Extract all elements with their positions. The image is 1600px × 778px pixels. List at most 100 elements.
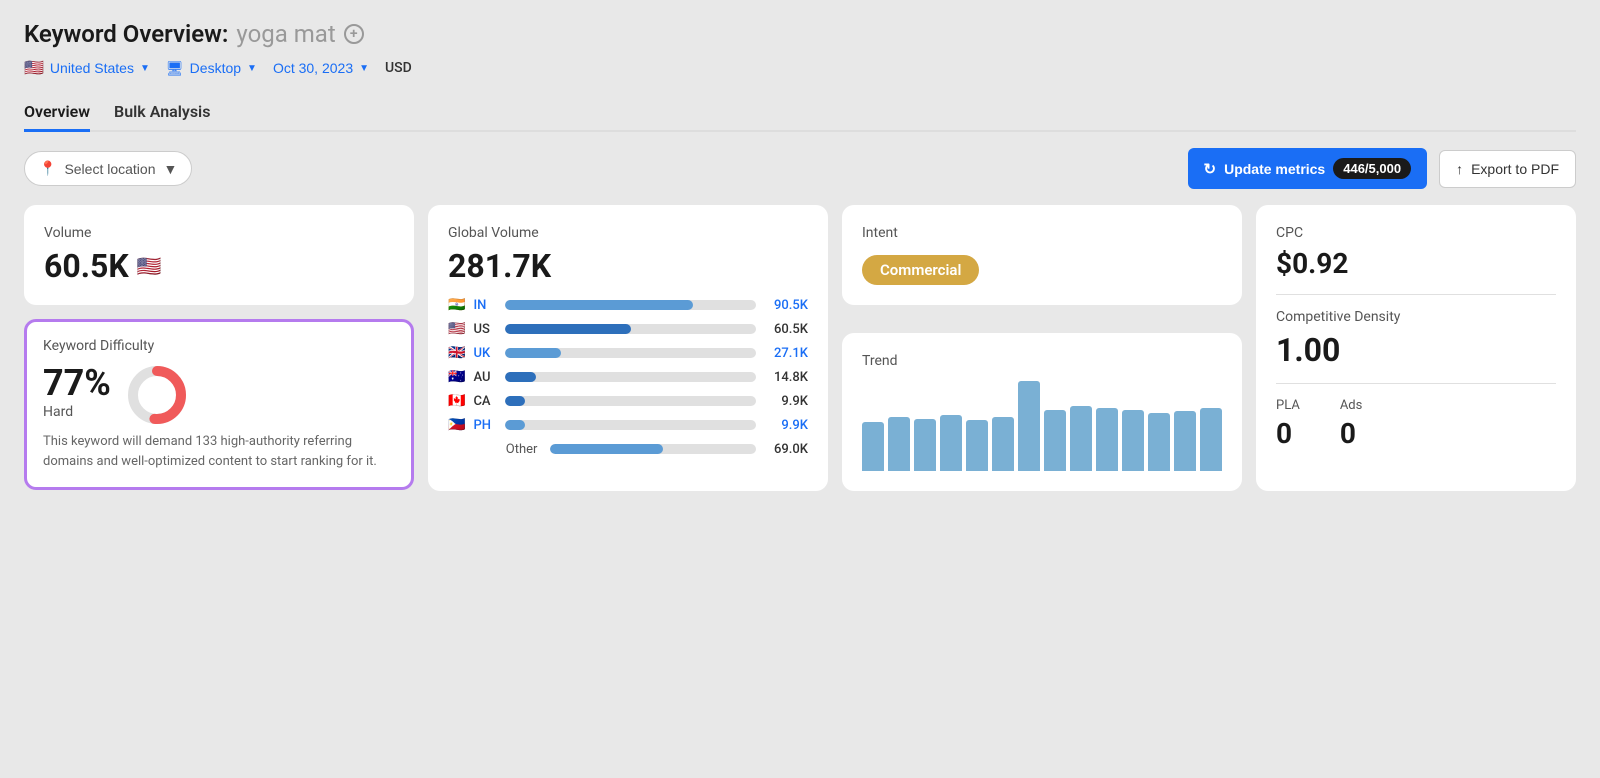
device-icon: 🖥 bbox=[166, 60, 184, 77]
date-filter[interactable]: Oct 30, 2023 ▼ bbox=[273, 60, 369, 76]
val-uk: 27.1K bbox=[764, 346, 808, 361]
filter-bar: 🇺🇸 United States ▼ 🖥 Desktop ▼ Oct 30, 2… bbox=[24, 58, 1576, 78]
bar-row-in: 🇮🇳 IN 90.5K bbox=[448, 297, 808, 313]
country-flag: 🇺🇸 bbox=[24, 58, 44, 78]
trend-bar-1 bbox=[862, 422, 884, 472]
density-label: Competitive Density bbox=[1276, 309, 1556, 325]
bar-track-uk bbox=[505, 348, 756, 358]
trend-chart bbox=[862, 381, 1222, 471]
cpc-value: $0.92 bbox=[1276, 247, 1556, 280]
trend-card: Trend bbox=[842, 333, 1242, 491]
kd-donut-chart bbox=[125, 363, 189, 427]
keyword-text: yoga mat bbox=[236, 20, 335, 48]
update-metrics-button[interactable]: ↻ Update metrics 446/5,000 bbox=[1188, 148, 1428, 189]
country-label: United States bbox=[50, 60, 134, 76]
kd-row: 77% Hard bbox=[43, 362, 395, 428]
val-ph: 9.9K bbox=[764, 418, 808, 433]
trend-bar-9 bbox=[1070, 406, 1092, 471]
tabs-bar: Overview Bulk Analysis bbox=[24, 94, 1576, 132]
bar-row-other: 🏳 Other 69.0K bbox=[448, 441, 808, 457]
bar-fill-ph bbox=[505, 420, 525, 430]
export-button[interactable]: ↑ Export to PDF bbox=[1439, 150, 1576, 188]
bar-row-ph: 🇵🇭 PH 9.9K bbox=[448, 417, 808, 433]
flag-ph: 🇵🇭 bbox=[448, 417, 465, 433]
trend-bar-6 bbox=[992, 417, 1014, 471]
global-volume-card: Global Volume 281.7K 🇮🇳 IN 90.5K 🇺🇸 US 6… bbox=[428, 205, 828, 491]
pla-col: PLA 0 bbox=[1276, 398, 1300, 450]
bar-row-ca: 🇨🇦 CA 9.9K bbox=[448, 393, 808, 409]
bar-fill-in bbox=[505, 300, 693, 310]
trend-label: Trend bbox=[862, 353, 1222, 369]
kd-label: Keyword Difficulty bbox=[43, 338, 395, 354]
country-filter[interactable]: 🇺🇸 United States ▼ bbox=[24, 58, 150, 78]
select-location-button[interactable]: 📍 Select location ▼ bbox=[24, 151, 192, 186]
global-volume-bars: 🇮🇳 IN 90.5K 🇺🇸 US 60.5K 🇬🇧 UK bbox=[448, 297, 808, 457]
device-filter[interactable]: 🖥 Desktop ▼ bbox=[166, 60, 257, 77]
device-label: Desktop bbox=[190, 60, 241, 76]
trend-bar-8 bbox=[1044, 410, 1066, 471]
ads-value: 0 bbox=[1340, 417, 1363, 450]
add-keyword-icon[interactable]: + bbox=[344, 24, 364, 44]
flag-au: 🇦🇺 bbox=[448, 369, 465, 385]
global-volume-value: 281.7K bbox=[448, 247, 808, 285]
trend-bar-11 bbox=[1122, 410, 1144, 471]
bar-track-ph bbox=[505, 420, 756, 430]
trend-bar-7 bbox=[1018, 381, 1040, 471]
bar-row-uk: 🇬🇧 UK 27.1K bbox=[448, 345, 808, 361]
bar-fill-ca bbox=[505, 396, 525, 406]
cpc-label: CPC bbox=[1276, 225, 1556, 241]
val-ca: 9.9K bbox=[764, 394, 808, 409]
pla-ads-row: PLA 0 Ads 0 bbox=[1276, 398, 1556, 450]
trend-bar-2 bbox=[888, 417, 910, 471]
val-other: 69.0K bbox=[764, 442, 808, 457]
toolbar: 📍 Select location ▼ ↻ Update metrics 446… bbox=[24, 148, 1576, 189]
device-chevron-icon: ▼ bbox=[247, 63, 257, 74]
tab-bulk-analysis[interactable]: Bulk Analysis bbox=[114, 94, 210, 132]
code-ph: PH bbox=[473, 418, 497, 433]
bar-track-au bbox=[505, 372, 756, 382]
code-in: IN bbox=[473, 298, 497, 313]
col-intent-trend: Intent Commercial Trend bbox=[842, 205, 1242, 491]
bar-row-au: 🇦🇺 AU 14.8K bbox=[448, 369, 808, 385]
cards-grid: Volume 60.5K 🇺🇸 Keyword Difficulty 77% H… bbox=[24, 205, 1576, 491]
code-uk: UK bbox=[473, 346, 497, 361]
flag-uk: 🇬🇧 bbox=[448, 345, 465, 361]
bar-fill-uk bbox=[505, 348, 560, 358]
bar-fill-other bbox=[550, 444, 663, 454]
kd-percent: 77% Hard bbox=[43, 362, 111, 428]
bar-row-us: 🇺🇸 US 60.5K bbox=[448, 321, 808, 337]
divider-2 bbox=[1276, 383, 1556, 384]
trend-bar-3 bbox=[914, 419, 936, 471]
trend-bar-14 bbox=[1200, 408, 1222, 471]
divider-1 bbox=[1276, 294, 1556, 295]
bar-fill-au bbox=[505, 372, 535, 382]
code-au: AU bbox=[473, 370, 497, 385]
trend-bar-12 bbox=[1148, 413, 1170, 472]
donut-svg bbox=[125, 363, 189, 427]
code-ca: CA bbox=[473, 394, 497, 409]
val-au: 14.8K bbox=[764, 370, 808, 385]
bar-track-us bbox=[505, 324, 756, 334]
export-label: Export to PDF bbox=[1471, 161, 1559, 177]
country-chevron-icon: ▼ bbox=[140, 63, 150, 74]
bar-track-ca bbox=[505, 396, 756, 406]
select-location-chevron-icon: ▼ bbox=[164, 161, 178, 177]
bar-fill-us bbox=[505, 324, 630, 334]
volume-label: Volume bbox=[44, 225, 394, 241]
trend-bar-4 bbox=[940, 415, 962, 471]
tab-overview[interactable]: Overview bbox=[24, 94, 90, 132]
export-icon: ↑ bbox=[1456, 161, 1463, 177]
volume-flag: 🇺🇸 bbox=[137, 254, 162, 278]
volume-value: 60.5K bbox=[44, 247, 129, 285]
kd-description: This keyword will demand 133 high-author… bbox=[43, 432, 395, 471]
currency-label: USD bbox=[385, 60, 412, 76]
page-title: Keyword Overview: yoga mat + bbox=[24, 20, 1576, 48]
pla-value: 0 bbox=[1276, 417, 1300, 450]
trend-bar-10 bbox=[1096, 408, 1118, 471]
intent-badge: Commercial bbox=[862, 255, 979, 285]
keyword-difficulty-card: Keyword Difficulty 77% Hard This keyword… bbox=[24, 319, 414, 490]
update-metrics-label: Update metrics bbox=[1224, 161, 1325, 177]
intent-card: Intent Commercial bbox=[842, 205, 1242, 305]
bar-track-other bbox=[550, 444, 756, 454]
trend-bar-13 bbox=[1174, 411, 1196, 471]
